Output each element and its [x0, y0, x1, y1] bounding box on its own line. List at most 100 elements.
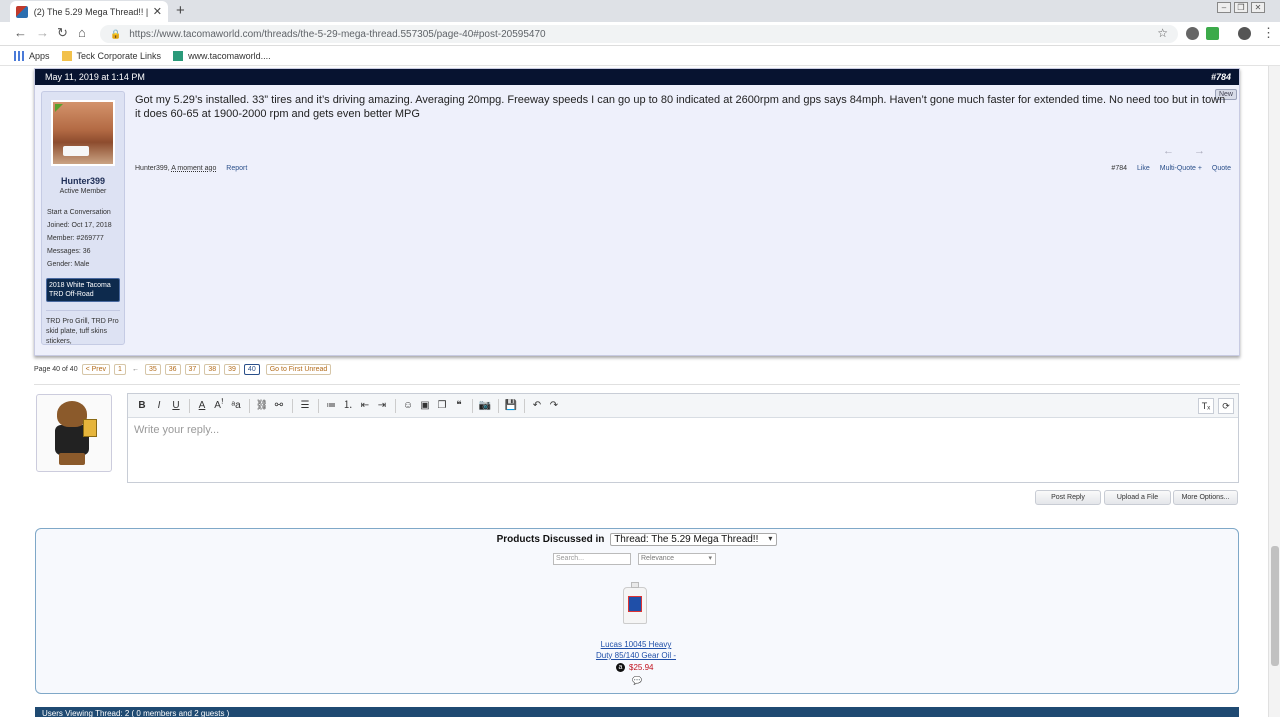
- smiley-icon[interactable]: ☺: [400, 398, 416, 414]
- multiquote-link[interactable]: Multi-Quote +: [1160, 165, 1202, 172]
- remove-format-icon[interactable]: Tₓ: [1198, 398, 1214, 414]
- like-link[interactable]: Like: [1137, 165, 1150, 172]
- home-icon[interactable]: ⌂: [78, 25, 86, 40]
- quote-link[interactable]: Quote: [1212, 165, 1231, 172]
- text-color-icon[interactable]: A: [194, 398, 210, 414]
- address-bar[interactable]: 🔒 https://www.tacomaworld.com/threads/th…: [100, 25, 1178, 43]
- reply-user-avatar[interactable]: [36, 394, 112, 472]
- vehicle-badge[interactable]: 2018 White Tacoma TRD Off-Road: [46, 278, 120, 302]
- first-unread-link[interactable]: Go to First Unread: [265, 364, 332, 375]
- thread-select[interactable]: Thread: The 5.29 Mega Thread!!: [610, 533, 778, 546]
- post-permalink[interactable]: #784: [1111, 165, 1127, 172]
- folder-icon: [61, 50, 72, 61]
- bookmark-tacomaworld[interactable]: www.tacomaworld....: [173, 50, 271, 61]
- indent-icon[interactable]: ⇥: [374, 398, 390, 414]
- user-info-panel: Hunter399 Active Member Start a Conversa…: [41, 91, 125, 345]
- joined-date: Joined: Oct 17, 2018: [47, 222, 112, 229]
- font-family-icon[interactable]: ᵃa: [228, 398, 244, 414]
- profile-icon[interactable]: [1238, 27, 1251, 40]
- numbered-list-icon[interactable]: ⒈: [340, 398, 356, 414]
- quote-icon[interactable]: ❝: [451, 398, 467, 414]
- start-conversation-link[interactable]: Start a Conversation: [46, 209, 120, 216]
- bullet-list-icon[interactable]: ≔: [323, 398, 339, 414]
- page-ellipsis[interactable]: ←: [132, 366, 139, 373]
- save-draft-icon[interactable]: 💾: [503, 398, 519, 414]
- bookmark-teck[interactable]: Teck Corporate Links: [61, 50, 161, 61]
- page-link-37[interactable]: 37: [184, 364, 201, 375]
- redo-icon[interactable]: ↷: [546, 398, 562, 414]
- post-body: Got my 5.29’s installed. 33” tires and i…: [135, 94, 1226, 120]
- extension-icon[interactable]: [1186, 27, 1199, 40]
- user-avatar[interactable]: [51, 100, 115, 166]
- reply-input[interactable]: Write your reply...: [128, 418, 1238, 442]
- page-link-40-current[interactable]: 40: [243, 364, 260, 375]
- bookmark-label: Apps: [29, 50, 50, 61]
- browser-tab[interactable]: (2) The 5.29 Mega Thread!! | Page ✕: [10, 1, 168, 22]
- products-discussed-widget: Products Discussed in Thread: The 5.29 M…: [35, 528, 1239, 694]
- new-tab-icon[interactable]: +: [176, 2, 185, 19]
- post-footer: Hunter399, A moment ago Report #784 Like…: [135, 165, 1231, 172]
- page-link-39[interactable]: 39: [224, 364, 240, 375]
- gender: Gender: Male: [47, 261, 90, 268]
- page-link-36[interactable]: 36: [164, 364, 181, 375]
- tab-close-icon[interactable]: ✕: [153, 5, 162, 18]
- product-sort-select[interactable]: Relevance: [638, 553, 716, 565]
- more-options-button[interactable]: More Options...: [1173, 490, 1238, 505]
- truck-photo: [63, 146, 89, 156]
- menu-dots-icon[interactable]: ⋮: [1262, 25, 1275, 41]
- bulldog-avatar-icon: [47, 401, 101, 465]
- forum-post: May 11, 2019 at 1:14 PM #784 New Hunter3…: [34, 68, 1240, 356]
- toggle-bbcode-icon[interactable]: ⟳: [1218, 398, 1234, 414]
- font-size-icon[interactable]: Aꜝ: [211, 398, 227, 414]
- image-icon[interactable]: ▣: [417, 398, 433, 414]
- underline-icon[interactable]: U: [168, 398, 184, 414]
- bold-icon[interactable]: B: [134, 398, 150, 414]
- post-author-link[interactable]: Hunter399,: [135, 165, 170, 172]
- reload-icon[interactable]: ↻: [57, 25, 68, 41]
- unlink-icon[interactable]: ⚯: [271, 398, 287, 414]
- vehicle-mods: TRD Pro Grill, TRD Pro skid plate, tuff …: [46, 310, 120, 347]
- page-link-38[interactable]: 38: [204, 364, 221, 375]
- product-name-link[interactable]: Lucas 10045 Heavy Duty 85/140 Gear Oil -: [576, 639, 696, 661]
- products-title: Products Discussed in Thread: The 5.29 M…: [36, 533, 1238, 546]
- apps-grid-icon: [14, 50, 24, 61]
- bookmark-star-icon[interactable]: ☆: [1157, 26, 1168, 40]
- product-image[interactable]: [623, 582, 647, 624]
- page-link-35[interactable]: 35: [144, 364, 161, 375]
- username[interactable]: Hunter399: [46, 176, 120, 186]
- users-viewing-bar: Users Viewing Thread: 2 ( 0 members and …: [35, 707, 1239, 717]
- restore-icon[interactable]: ❐: [1234, 2, 1248, 13]
- product-search-input[interactable]: Search...: [553, 553, 631, 565]
- back-icon[interactable]: ←: [14, 25, 27, 40]
- undo-icon[interactable]: ↶: [529, 398, 545, 414]
- comment-bubble-icon[interactable]: 💬: [632, 676, 642, 685]
- link-icon[interactable]: ⛓: [254, 398, 270, 414]
- page-link-1[interactable]: 1: [114, 364, 126, 375]
- page-content: May 11, 2019 at 1:14 PM #784 New Hunter3…: [0, 66, 1280, 717]
- browser-tabbar: (2) The 5.29 Mega Thread!! | Page ✕ + – …: [0, 0, 1280, 22]
- bookmark-apps[interactable]: Apps: [14, 50, 50, 61]
- editor-toolbar: B I U A Aꜝ ᵃa ⛓ ⚯ ☰ ≔ ⒈ ⇤ ⇥ ☺ ▣ ❐ ❝ 📷 💾: [128, 394, 1238, 418]
- scrollbar-thumb[interactable]: [1271, 546, 1279, 666]
- camera-icon[interactable]: 📷: [477, 398, 493, 414]
- divider: [34, 384, 1240, 385]
- close-window-icon[interactable]: ✕: [1251, 2, 1265, 13]
- italic-icon[interactable]: I: [151, 398, 167, 414]
- page-navigation: Page 40 of 40 < Prev 1 ← 35 36 37 38 39 …: [34, 364, 332, 375]
- page-scrollbar[interactable]: [1268, 66, 1280, 717]
- forward-icon[interactable]: →: [36, 25, 49, 40]
- media-icon[interactable]: ❐: [434, 398, 450, 414]
- message-count: Messages: 36: [47, 248, 91, 255]
- extension-green-icon[interactable]: [1206, 27, 1219, 40]
- post-number[interactable]: #784: [1211, 72, 1231, 82]
- post-nav-arrows[interactable]: ←→: [1163, 145, 1225, 157]
- products-title-label: Products Discussed in: [496, 534, 605, 545]
- minimize-icon[interactable]: –: [1217, 2, 1231, 13]
- align-icon[interactable]: ☰: [297, 398, 313, 414]
- report-link[interactable]: Report: [226, 165, 247, 172]
- post-time[interactable]: A moment ago: [171, 165, 216, 172]
- post-reply-button[interactable]: Post Reply: [1035, 490, 1101, 505]
- prev-page-link[interactable]: < Prev: [81, 364, 111, 375]
- upload-file-button[interactable]: Upload a File: [1104, 490, 1171, 505]
- outdent-icon[interactable]: ⇤: [357, 398, 373, 414]
